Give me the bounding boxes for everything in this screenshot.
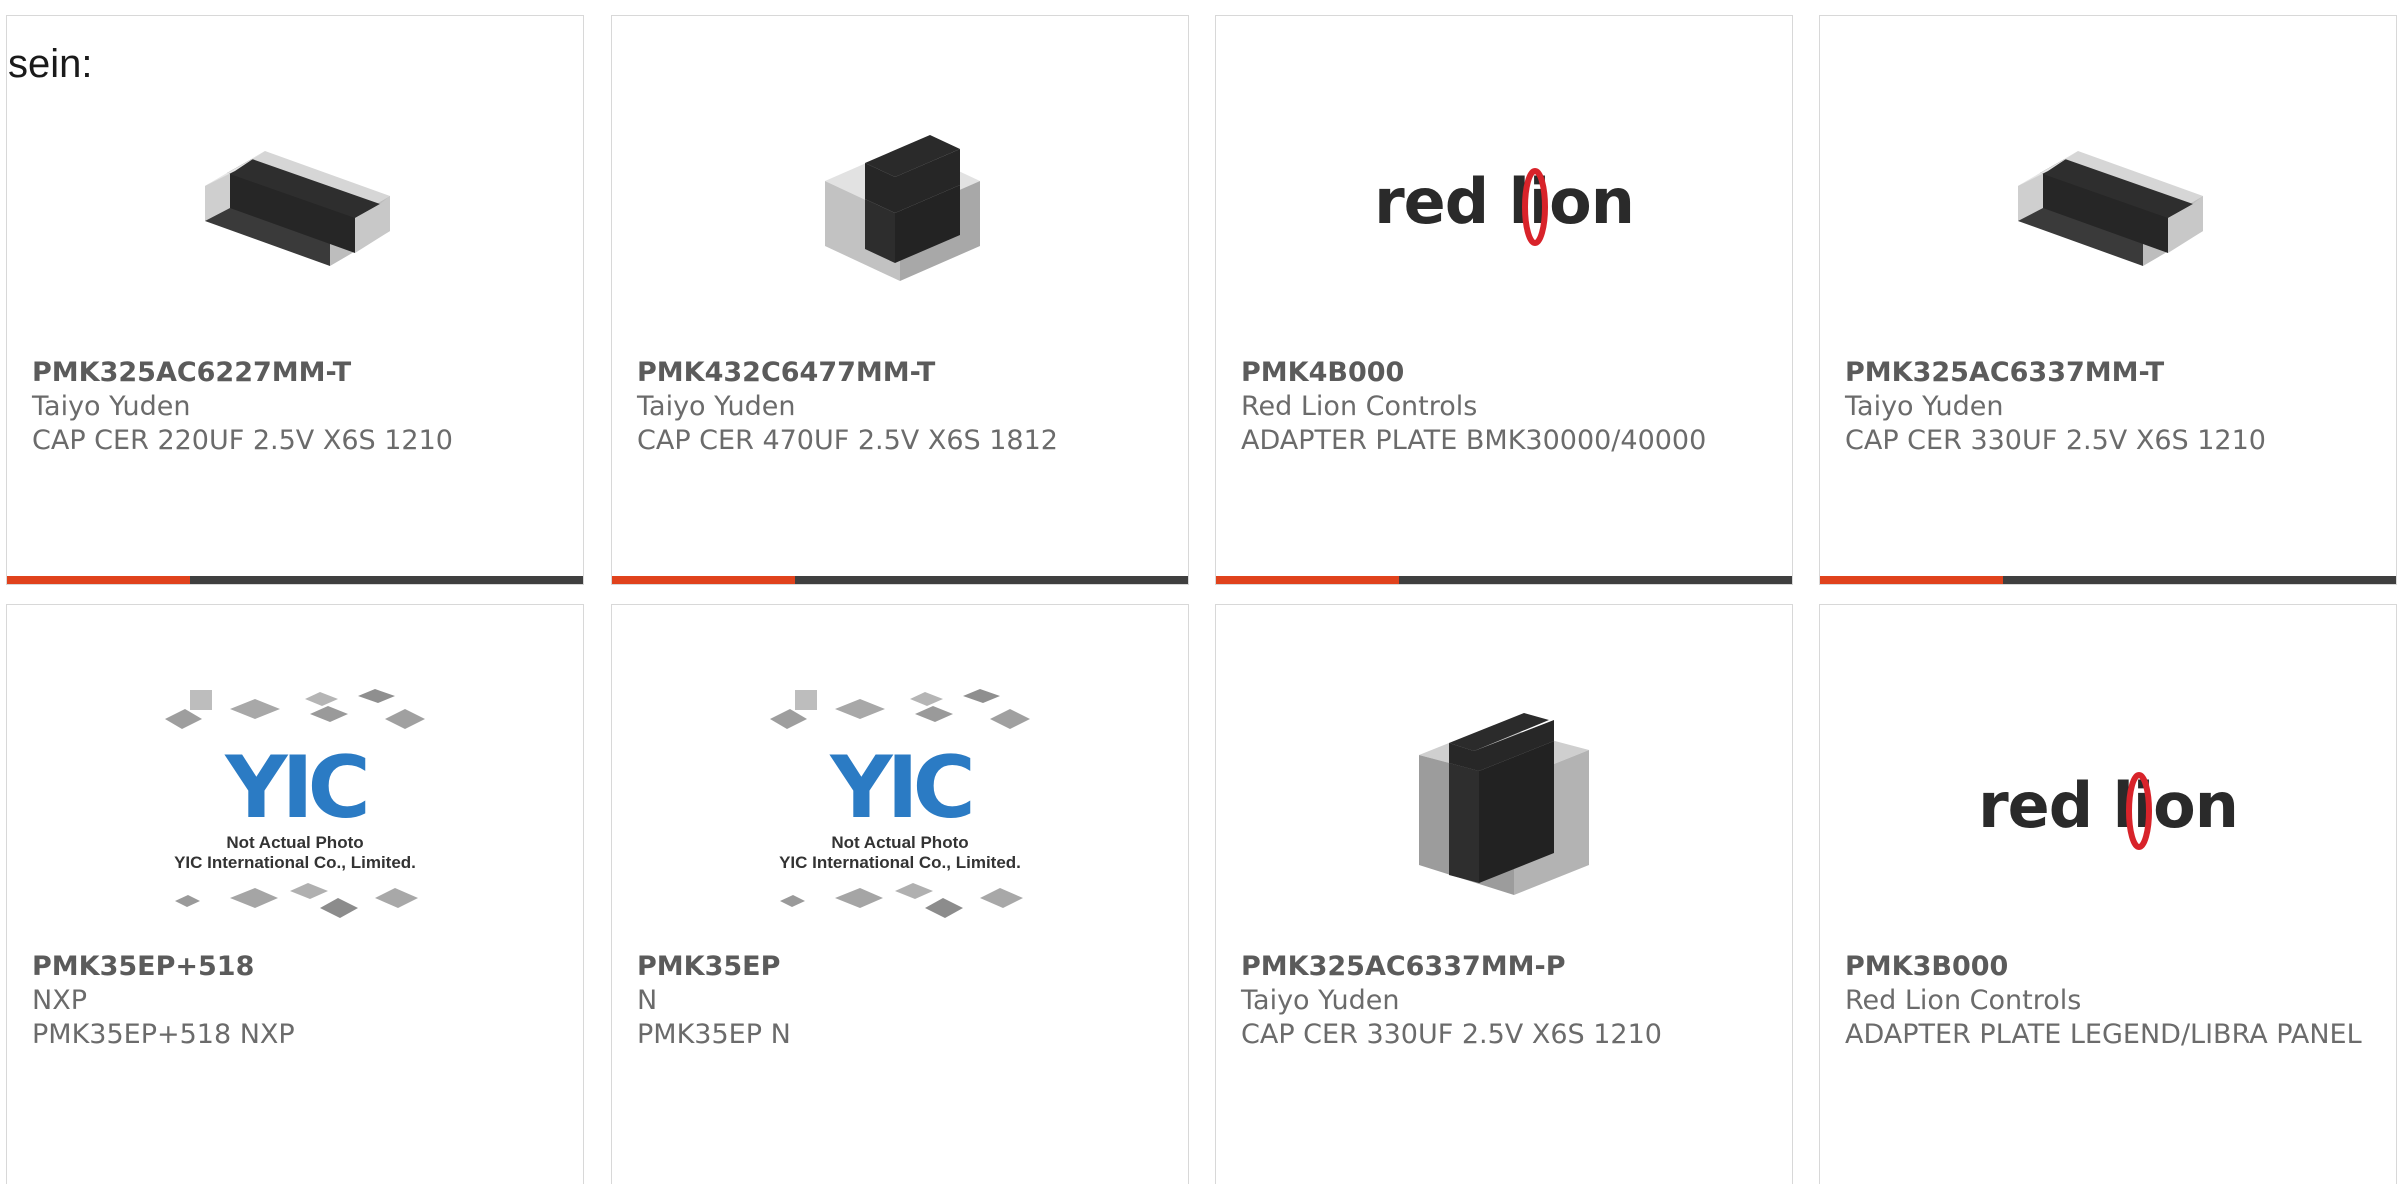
chip-icons-top: [165, 688, 425, 729]
description: ADAPTER PLATE BMK30000/40000: [1241, 425, 1707, 456]
yic-placeholder-image: YIC Not Actual Photo YIC International C…: [160, 684, 430, 927]
card-footer-bar: [1216, 576, 1792, 584]
product-image: YIC Not Actual Photo YIC International C…: [612, 675, 1188, 935]
card-footer-bar: [7, 576, 583, 584]
manufacturer: Taiyo Yuden: [1845, 391, 2004, 422]
description: CAP CER 220UF 2.5V X6S 1210: [32, 425, 453, 456]
part-number[interactable]: PMK35EP: [637, 950, 1163, 984]
part-number[interactable]: PMK35EP+518: [32, 950, 558, 984]
manufacturer: NXP: [32, 985, 87, 1016]
part-number[interactable]: PMK3B000: [1845, 950, 2371, 984]
part-number[interactable]: PMK432C6477MM-T: [637, 356, 1163, 390]
manufacturer: Taiyo Yuden: [637, 391, 796, 422]
manufacturer: Taiyo Yuden: [32, 391, 191, 422]
product-image: [612, 76, 1188, 326]
description: PMK35EP N: [637, 1019, 791, 1050]
product-card[interactable]: red lion PMK4B000 Red Lion Controls ADAP…: [1215, 15, 1793, 585]
chip-capacitor-icon: [1419, 713, 1589, 895]
red-lion-logo: red lion: [1374, 165, 1635, 246]
part-number[interactable]: PMK4B000: [1241, 356, 1767, 390]
description: PMK35EP+518 NXP: [32, 1019, 295, 1050]
manufacturer: N: [637, 985, 658, 1016]
product-grid: PMK325AC6227MM-T Taiyo Yuden CAP CER 220…: [0, 0, 2400, 1184]
product-image: [1216, 675, 1792, 935]
product-card[interactable]: PMK325AC6337MM-P Taiyo Yuden CAP CER 330…: [1215, 604, 1793, 1184]
part-number[interactable]: PMK325AC6337MM-T: [1845, 356, 2371, 390]
manufacturer: Red Lion Controls: [1845, 985, 2082, 1016]
red-lion-logo: red lion: [1978, 769, 2239, 850]
product-card[interactable]: PMK325AC6227MM-T Taiyo Yuden CAP CER 220…: [6, 15, 584, 585]
manufacturer: Red Lion Controls: [1241, 391, 1478, 422]
product-image: red lion: [1216, 76, 1792, 326]
description: CAP CER 470UF 2.5V X6S 1812: [637, 425, 1058, 456]
manufacturer: Taiyo Yuden: [1241, 985, 1400, 1016]
chip-icons-bottom: [175, 882, 418, 918]
description: CAP CER 330UF 2.5V X6S 1210: [1845, 425, 2266, 456]
product-image: red lion: [1820, 675, 2396, 935]
part-number[interactable]: PMK325AC6227MM-T: [32, 356, 558, 390]
product-image: [7, 76, 583, 326]
product-card[interactable]: YIC Not Actual Photo YIC International C…: [6, 604, 584, 1184]
chip-capacitor-icon: [205, 151, 390, 266]
product-card[interactable]: PMK432C6477MM-T Taiyo Yuden CAP CER 470U…: [611, 15, 1189, 585]
product-image: [1820, 76, 2396, 326]
part-number[interactable]: PMK325AC6337MM-P: [1241, 950, 1767, 984]
chip-icons-top: [770, 688, 1030, 729]
chip-icons-bottom: [780, 882, 1023, 918]
chip-capacitor-icon: [2018, 151, 2203, 266]
yic-placeholder-image: YIC Not Actual Photo YIC International C…: [765, 684, 1035, 927]
product-image: YIC Not Actual Photo YIC International C…: [7, 675, 583, 935]
description: ADAPTER PLATE LEGEND/LIBRA PANEL: [1845, 1019, 2362, 1050]
intro-text: sein:: [8, 42, 93, 86]
description: CAP CER 330UF 2.5V X6S 1210: [1241, 1019, 1662, 1050]
card-footer-bar: [612, 576, 1188, 584]
card-footer-bar: [1820, 576, 2396, 584]
product-card[interactable]: red lion PMK3B000 Red Lion Controls ADAP…: [1819, 604, 2397, 1184]
yic-logo: YIC: [225, 737, 370, 838]
product-card[interactable]: YIC Not Actual Photo YIC International C…: [611, 604, 1189, 1184]
product-card[interactable]: PMK325AC6337MM-T Taiyo Yuden CAP CER 330…: [1819, 15, 2397, 585]
chip-capacitor-icon: [825, 135, 980, 281]
yic-logo: YIC: [830, 737, 975, 838]
